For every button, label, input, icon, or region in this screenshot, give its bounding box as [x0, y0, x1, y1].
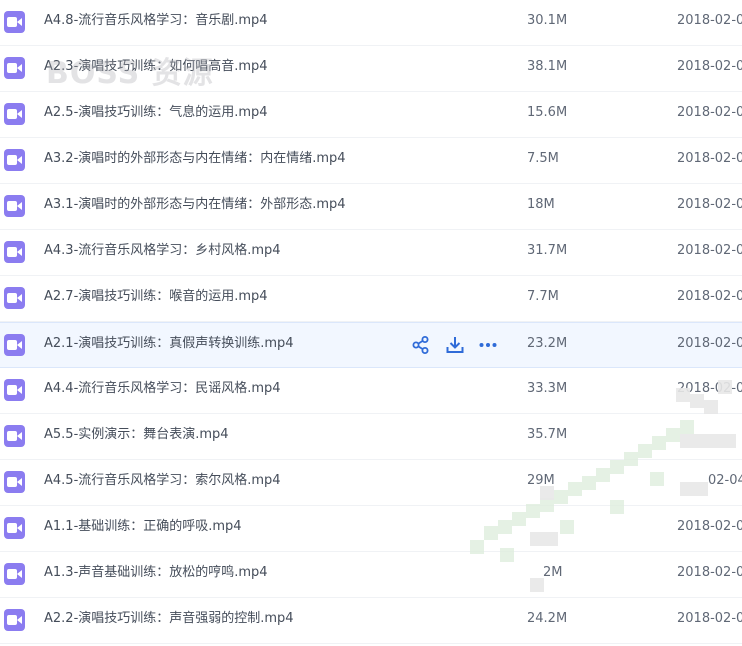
file-name[interactable]: A5.5-实例演示：舞台表演.mp4: [44, 426, 229, 444]
file-row[interactable]: A2.3-演唱技巧训练：如何唱高音.mp4 38.1M 2018-02-04: [0, 46, 742, 92]
file-size: 24.2M: [527, 611, 568, 626]
download-icon[interactable]: [444, 334, 466, 356]
file-size: 38.1M: [527, 59, 568, 74]
video-file-icon: [4, 471, 25, 493]
file-size: 18M: [527, 197, 555, 212]
file-size: 7.5M: [527, 151, 559, 166]
video-file-icon: [4, 609, 25, 631]
file-size: 31.7M: [527, 243, 568, 258]
video-file-icon: [4, 103, 25, 125]
file-name[interactable]: A2.5-演唱技巧训练：气息的运用.mp4: [44, 104, 268, 122]
file-date: 2018-02-04: [677, 381, 742, 396]
file-name[interactable]: A3.2-演唱时的外部形态与内在情绪：内在情绪.mp4: [44, 150, 346, 168]
file-date: 2018-02-04: [677, 611, 742, 626]
file-size: 23.2M: [527, 336, 568, 351]
file-date: 2018-02-04: [677, 197, 742, 212]
file-name[interactable]: A4.8-流行音乐风格学习：音乐剧.mp4: [44, 12, 268, 30]
file-date: 2018-02-04: [677, 105, 742, 120]
file-row[interactable]: A4.3-流行音乐风格学习：乡村风格.mp4 31.7M 2018-02-04: [0, 230, 742, 276]
file-name[interactable]: A2.7-演唱技巧训练：喉音的运用.mp4: [44, 288, 268, 306]
file-date: 02-04: [708, 473, 742, 488]
file-row[interactable]: A2.2-演唱技巧训练：声音强弱的控制.mp4 24.2M 2018-02-04: [0, 598, 742, 644]
file-name[interactable]: A4.4-流行音乐风格学习：民谣风格.mp4: [44, 380, 281, 398]
file-row[interactable]: A3.2-演唱时的外部形态与内在情绪：内在情绪.mp4 7.5M 2018-02…: [0, 138, 742, 184]
file-name[interactable]: A2.1-演唱技巧训练：真假声转换训练.mp4: [44, 335, 294, 353]
video-file-icon: [4, 425, 25, 447]
file-size: 35.7M: [527, 427, 568, 442]
file-row[interactable]: A1.1-基础训练：正确的呼吸.mp4 2018-02-04: [0, 506, 742, 552]
file-date: 2018-02-04: [677, 336, 742, 351]
file-row[interactable]: A2.7-演唱技巧训练：喉音的运用.mp4 7.7M 2018-02-04: [0, 276, 742, 322]
video-file-icon: [4, 11, 25, 33]
file-name[interactable]: A4.5-流行音乐风格学习：索尔风格.mp4: [44, 472, 281, 490]
file-name[interactable]: A2.3-演唱技巧训练：如何唱高音.mp4: [44, 58, 268, 76]
file-date: 2018-02-04: [677, 151, 742, 166]
file-row[interactable]: A4.8-流行音乐风格学习：音乐剧.mp4 30.1M 2018-02-04: [0, 0, 742, 46]
file-row[interactable]: A5.5-实例演示：舞台表演.mp4 35.7M: [0, 414, 742, 460]
file-date: 2018-02-04: [677, 13, 742, 28]
file-name[interactable]: A4.3-流行音乐风格学习：乡村风格.mp4: [44, 242, 281, 260]
video-file-icon: [4, 195, 25, 217]
file-size: 7.7M: [527, 289, 559, 304]
file-row-hovered[interactable]: A2.1-演唱技巧训练：真假声转换训练.mp4 23.2M 2018-02-04: [0, 322, 742, 368]
file-name[interactable]: A1.3-声音基础训练：放松的哼鸣.mp4: [44, 564, 268, 582]
file-name[interactable]: A3.1-演唱时的外部形态与内在情绪：外部形态.mp4: [44, 196, 346, 214]
file-row[interactable]: A3.1-演唱时的外部形态与内在情绪：外部形态.mp4 18M 2018-02-…: [0, 184, 742, 230]
video-file-icon: [4, 241, 25, 263]
file-date: 2018-02-04: [677, 565, 742, 580]
video-file-icon: [4, 149, 25, 171]
file-date: 2018-02-04: [677, 519, 742, 534]
video-file-icon: [4, 57, 25, 79]
video-file-icon: [4, 287, 25, 309]
file-row[interactable]: A2.5-演唱技巧训练：气息的运用.mp4 15.6M 2018-02-04: [0, 92, 742, 138]
share-icon[interactable]: [410, 334, 432, 356]
file-list: A4.8-流行音乐风格学习：音乐剧.mp4 30.1M 2018-02-04 A…: [0, 0, 742, 644]
file-size: 15.6M: [527, 105, 568, 120]
file-size: 29M: [527, 473, 555, 488]
file-row[interactable]: A4.5-流行音乐风格学习：索尔风格.mp4 29M 02-04: [0, 460, 742, 506]
more-icon[interactable]: [477, 334, 499, 356]
video-file-icon: [4, 563, 25, 585]
file-name[interactable]: A2.2-演唱技巧训练：声音强弱的控制.mp4: [44, 610, 294, 628]
file-row[interactable]: A1.3-声音基础训练：放松的哼鸣.mp4 2M 2018-02-04: [0, 552, 742, 598]
file-size: 30.1M: [527, 13, 568, 28]
file-size: 2M: [543, 565, 563, 580]
file-row[interactable]: A4.4-流行音乐风格学习：民谣风格.mp4 33.3M 2018-02-04: [0, 368, 742, 414]
file-date: 2018-02-04: [677, 243, 742, 258]
video-file-icon: [4, 379, 25, 401]
file-name[interactable]: A1.1-基础训练：正确的呼吸.mp4: [44, 518, 242, 536]
video-file-icon: [4, 517, 25, 539]
file-date: 2018-02-04: [677, 59, 742, 74]
file-date: 2018-02-04: [677, 289, 742, 304]
file-size: 33.3M: [527, 381, 568, 396]
video-file-icon: [4, 334, 25, 356]
